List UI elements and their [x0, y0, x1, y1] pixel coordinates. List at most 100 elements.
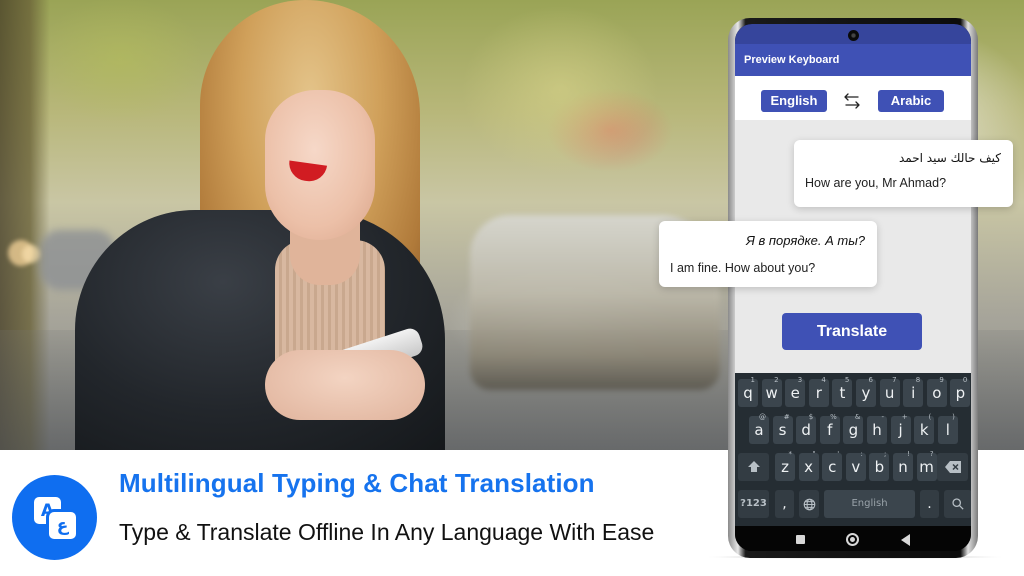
- source-language-button[interactable]: English: [761, 90, 827, 112]
- key-hint: 1: [750, 376, 755, 384]
- key-hint: $: [808, 413, 814, 421]
- search-icon: [952, 498, 964, 510]
- navigation-bar: [735, 526, 971, 551]
- keyboard-row-1: q1w2e3r4t5y6u7i8o9p0: [735, 376, 971, 409]
- home-icon[interactable]: [846, 533, 859, 546]
- key-p[interactable]: p0: [950, 376, 971, 407]
- key-d[interactable]: d $: [796, 413, 817, 444]
- period-key[interactable]: .: [920, 490, 939, 518]
- recents-icon[interactable]: [796, 535, 805, 544]
- key-hint: &: [854, 413, 861, 421]
- chat-bubble-outgoing: Я в порядке. А ты? I am fine. How about …: [659, 221, 877, 287]
- translate-button[interactable]: Translate: [782, 313, 922, 350]
- swap-arrows-icon[interactable]: [840, 89, 864, 113]
- comma-key[interactable]: ,: [775, 490, 794, 518]
- key-hint: ?: [929, 450, 934, 458]
- key-label: b: [874, 458, 885, 476]
- key-e[interactable]: e3: [785, 376, 806, 407]
- key-label: k: [919, 421, 929, 439]
- key-label: i: [911, 384, 916, 402]
- key-hint: +: [901, 413, 908, 421]
- keyboard-row-4: ?123 , English .: [735, 490, 971, 520]
- key-m[interactable]: m?: [916, 450, 937, 481]
- shift-key[interactable]: [738, 453, 769, 481]
- key-b[interactable]: b;: [869, 450, 890, 481]
- key-hint: 8: [915, 376, 921, 384]
- key-hint: (: [928, 413, 932, 421]
- globe-icon: [803, 498, 815, 510]
- key-hint: -: [881, 413, 884, 421]
- keyboard-row-2: a @ s # d $ f% g & h - j + k(l): [735, 413, 971, 446]
- bokeh-light: [22, 245, 40, 263]
- key-hint: :: [860, 450, 863, 458]
- hands: [265, 350, 425, 420]
- original-message: كيف حالك سيد احمد: [898, 151, 1001, 165]
- key-hint: 7: [892, 376, 897, 384]
- key-hint: 2: [774, 376, 779, 384]
- key-z[interactable]: z *: [775, 450, 795, 481]
- translate-icon: A ع: [12, 475, 97, 560]
- translated-message: I am fine. How about you?: [670, 261, 816, 275]
- original-message: Я в порядке. А ты?: [746, 233, 865, 248]
- phone-mockup: Preview Keyboard English Arabic Translat…: [728, 18, 978, 558]
- key-hint: ': [837, 450, 840, 458]
- key-hint: #: [783, 413, 790, 421]
- key-hint: 3: [797, 376, 803, 384]
- key-g[interactable]: g &: [843, 413, 864, 444]
- key-j[interactable]: j +: [890, 413, 911, 444]
- keyboard: q1w2e3r4t5y6u7i8o9p0 a @ s # d $ f% g & h - j + k(l) …: [735, 373, 971, 526]
- key-n[interactable]: n!: [893, 450, 913, 481]
- key-v[interactable]: v:: [845, 450, 866, 481]
- key-hint: 6: [868, 376, 873, 384]
- chat-bubble-incoming: كيف حالك سيد احمد How are you, Mr Ahmad?: [794, 140, 1013, 207]
- key-o[interactable]: o9: [926, 376, 947, 407]
- language-switch-key[interactable]: [799, 490, 819, 518]
- key-hint: ": [812, 450, 816, 458]
- key-r[interactable]: r4: [808, 376, 829, 407]
- key-i[interactable]: i8: [903, 376, 924, 407]
- symbols-key[interactable]: ?123: [738, 490, 769, 518]
- key-t[interactable]: t5: [832, 376, 853, 407]
- app-bar-title: Preview Keyboard: [744, 54, 840, 66]
- key-y[interactable]: y6: [856, 376, 876, 407]
- app-bar: Preview Keyboard: [735, 44, 971, 76]
- key-s[interactable]: s #: [772, 413, 793, 444]
- key-w[interactable]: w2: [761, 376, 782, 407]
- key-x[interactable]: x ": [798, 450, 819, 481]
- status-bar: [735, 24, 971, 44]
- backspace-icon: [944, 461, 961, 473]
- feature-title: Multilingual Typing & Chat Translation: [119, 468, 595, 498]
- key-h[interactable]: h-: [867, 413, 887, 444]
- key-hint: 4: [821, 376, 826, 384]
- search-key[interactable]: [944, 490, 971, 518]
- target-language-button[interactable]: Arabic: [878, 90, 944, 112]
- key-a[interactable]: a @: [749, 413, 769, 444]
- key-k[interactable]: k(: [914, 413, 935, 444]
- translated-message: How are you, Mr Ahmad?: [805, 176, 947, 190]
- language-selector-row: English Arabic: [735, 76, 971, 120]
- key-hint: 0: [962, 376, 968, 384]
- key-hint: @: [759, 413, 766, 421]
- key-hint: *: [788, 450, 793, 458]
- key-q[interactable]: q1: [738, 376, 758, 407]
- back-icon[interactable]: [901, 534, 910, 546]
- key-hint: 9: [939, 376, 944, 384]
- backspace-key[interactable]: [937, 453, 968, 481]
- key-label: c: [828, 458, 837, 476]
- key-hint: 5: [844, 376, 850, 384]
- key-hint: ): [952, 413, 955, 421]
- key-u[interactable]: u7: [879, 376, 900, 407]
- key-label: h: [872, 421, 882, 439]
- key-label: v: [851, 458, 861, 476]
- keyboard-row-3: z * x " c ' v: b; n! m?: [735, 450, 971, 483]
- space-bar[interactable]: English: [824, 490, 915, 518]
- key-l[interactable]: l): [937, 413, 958, 444]
- key-f[interactable]: f%: [819, 413, 840, 444]
- front-camera: [848, 30, 859, 41]
- key-hint: ;: [884, 450, 887, 458]
- shift-icon: [747, 461, 760, 472]
- key-c[interactable]: c ': [822, 450, 843, 481]
- woman-with-phone: [70, 0, 450, 450]
- key-hint: !: [907, 450, 910, 458]
- feature-subtitle: Type & Translate Offline In Any Language…: [119, 519, 655, 545]
